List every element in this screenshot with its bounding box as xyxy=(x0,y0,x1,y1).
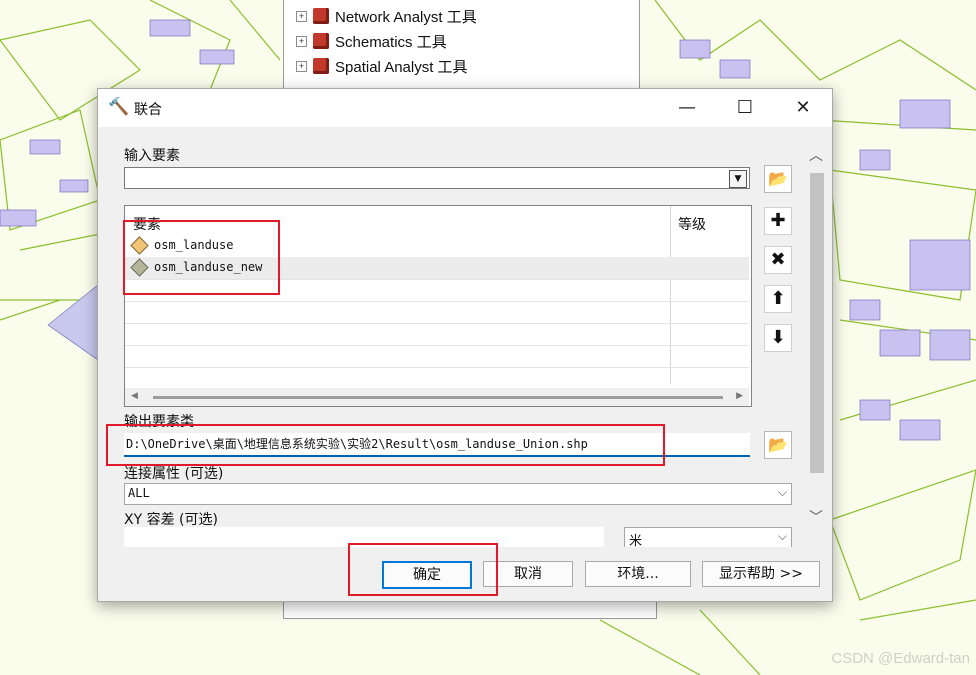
join-attributes-value: ALL xyxy=(128,486,150,500)
browse-output-button[interactable]: 📂 xyxy=(764,431,792,459)
maximize-button[interactable]: ☐ xyxy=(716,89,774,127)
close-button[interactable]: ✕ xyxy=(774,89,832,127)
union-dialog: 🔨 联合 — ☐ ✕ 输入要素 ▼ 📂 要素 等级 osm_landuse os… xyxy=(97,88,833,602)
expand-icon[interactable]: + xyxy=(296,35,307,47)
tree-item-label: Network Analyst 工具 xyxy=(335,8,477,26)
tree-item-spatial-analyst[interactable]: + Spatial Analyst 工具 xyxy=(296,54,468,78)
hammer-icon: 🔨 xyxy=(108,97,130,117)
move-up-button[interactable]: ⬆ xyxy=(764,285,792,313)
add-button[interactable]: ✚ xyxy=(764,207,792,235)
toolbox-icon xyxy=(313,33,329,49)
show-help-button[interactable]: 显示帮助 >> xyxy=(702,561,820,587)
tree-item-schematics[interactable]: + Schematics 工具 xyxy=(296,29,447,53)
input-features-label: 输入要素 xyxy=(124,148,180,164)
table-row xyxy=(125,345,749,368)
arrow-up-icon: ⬆ xyxy=(770,288,786,309)
toolbox-icon xyxy=(313,8,329,24)
annotation-box-ok xyxy=(348,543,498,596)
dialog-title: 联合 xyxy=(134,102,162,118)
folder-open-icon: 📂 xyxy=(768,435,788,454)
arrow-down-icon: ⬇ xyxy=(770,327,786,348)
vertical-scrollbar[interactable]: ︿ ﹀ xyxy=(806,145,828,545)
folder-open-icon: 📂 xyxy=(768,169,788,188)
column-header-rank: 等级 xyxy=(678,217,706,233)
xy-tolerance-label: XY 容差 (可选) xyxy=(124,512,218,528)
toolbox-tree-bottom xyxy=(283,600,657,619)
dialog-titlebar[interactable]: 🔨 联合 — ☐ ✕ xyxy=(98,89,832,127)
remove-button[interactable]: ✖ xyxy=(764,246,792,274)
tree-item-network-analyst[interactable]: + Network Analyst 工具 xyxy=(296,4,477,28)
browse-input-button[interactable]: 📂 xyxy=(764,165,792,193)
tree-item-label: Schematics 工具 xyxy=(335,33,447,51)
table-row xyxy=(125,301,749,324)
expand-icon[interactable]: + xyxy=(296,10,307,22)
watermark: CSDN @Edward-tan xyxy=(831,650,970,667)
annotation-box-features xyxy=(123,220,280,295)
horizontal-scrollbar[interactable]: ◀ ▶ xyxy=(125,388,749,406)
scroll-left-icon[interactable]: ◀ xyxy=(131,391,138,401)
xy-unit-select[interactable]: 米 ⌵ xyxy=(624,527,792,549)
expand-icon[interactable]: + xyxy=(296,60,307,72)
x-icon: ✖ xyxy=(770,249,786,270)
scroll-right-icon[interactable]: ▶ xyxy=(736,391,743,401)
environments-button[interactable]: 环境... xyxy=(585,561,691,587)
scrollbar-thumb[interactable] xyxy=(810,173,824,473)
plus-icon: ✚ xyxy=(770,210,786,231)
toolbox-icon xyxy=(313,58,329,74)
scroll-up-icon[interactable]: ︿ xyxy=(809,145,823,165)
join-attributes-label: 连接属性 (可选) xyxy=(124,466,224,482)
minimize-button[interactable]: — xyxy=(658,89,716,127)
scrollbar-thumb[interactable] xyxy=(153,396,723,399)
annotation-box-output xyxy=(106,424,665,466)
table-row xyxy=(125,323,749,346)
toolbox-tree: + Network Analyst 工具 + Schematics 工具 + S… xyxy=(283,0,640,98)
tree-item-label: Spatial Analyst 工具 xyxy=(335,58,468,76)
chevron-down-icon[interactable]: ⌵ xyxy=(778,485,787,500)
dropdown-arrow-icon[interactable]: ▼ xyxy=(729,170,747,188)
input-features-combo[interactable]: ▼ xyxy=(124,167,750,189)
join-attributes-select[interactable]: ALL ⌵ xyxy=(124,483,792,505)
chevron-down-icon[interactable]: ⌵ xyxy=(778,529,787,544)
move-down-button[interactable]: ⬇ xyxy=(764,324,792,352)
scroll-down-icon[interactable]: ﹀ xyxy=(809,507,823,527)
